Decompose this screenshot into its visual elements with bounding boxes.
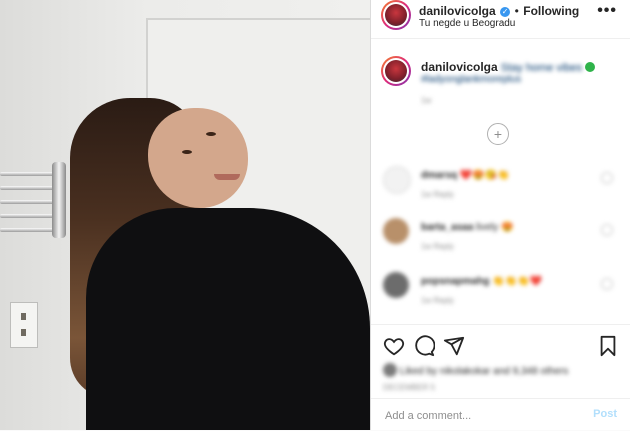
comment-body: ❤️😍😘👏 [459, 170, 510, 181]
comment-item: popsnapmahg 👏👏👏❤️ 1w Reply [383, 272, 619, 308]
add-comment-input[interactable] [383, 405, 577, 427]
photo-outlet [10, 302, 38, 348]
likes-text[interactable]: Liked by nikolakokar and 9,348 others [400, 366, 568, 377]
post-side-panel: danilovicolga ✓ • Following Tu negde u B… [370, 0, 630, 430]
comment-meta: 1w Reply [421, 296, 454, 305]
comment-meta: 1w Reply [421, 190, 454, 199]
following-button[interactable]: Following [523, 4, 579, 18]
header-location[interactable]: Tu negde u Beogradu [419, 18, 515, 29]
comment-avatar[interactable] [383, 218, 409, 244]
save-bookmark-icon[interactable] [597, 335, 619, 357]
caption-text: Stay home vibes [500, 62, 583, 74]
comment-meta: 1w Reply [421, 242, 454, 251]
green-heart-icon [585, 62, 596, 72]
post-header: danilovicolga ✓ • Following Tu negde u B… [371, 0, 630, 39]
photo-person-body [86, 208, 370, 430]
photo-person-face [148, 108, 248, 208]
add-comment-bar: Post [371, 398, 630, 431]
comment-bubble-icon[interactable] [413, 335, 435, 357]
caption-text-line: danilovicolga Stay home vibes [421, 60, 621, 74]
comment-username[interactable]: popsnapmahg [421, 276, 489, 287]
photo-mouth [214, 174, 240, 180]
comment-body: lively 😍 [476, 222, 514, 233]
comment-item: dmarsq ❤️😍😘👏 1w Reply [383, 166, 619, 202]
comment-item: barta_asaa lively 😍 1w Reply [383, 218, 619, 254]
comment-text: popsnapmahg 👏👏👏❤️ [421, 276, 542, 287]
comment-avatar[interactable] [383, 166, 411, 194]
instagram-post-view: danilovicolga ✓ • Following Tu negde u B… [0, 0, 630, 430]
load-more-comments-icon[interactable]: + [487, 123, 509, 145]
header-username[interactable]: danilovicolga [419, 4, 496, 18]
header-separator: • [514, 4, 519, 18]
comment-body: 👏👏👏❤️ [492, 276, 542, 287]
post-actions: Liked by nikolakokar and 9,348 others DE… [371, 324, 630, 431]
caption-avatar[interactable] [381, 56, 411, 86]
photo-eye-left [182, 150, 192, 154]
photo-towel-rack [0, 162, 68, 238]
comment-username[interactable]: barta_asaa [421, 222, 473, 233]
post-date: DECEMBER 5 [383, 383, 436, 392]
likes-line: Liked by nikolakokar and 9,348 others [383, 363, 568, 377]
caption-username[interactable]: danilovicolga [421, 60, 498, 74]
comment-text: dmarsq ❤️😍😘👏 [421, 170, 510, 181]
comment-avatar[interactable] [383, 272, 409, 298]
caption-hashtags[interactable]: #ladyonglankmoreplus [421, 74, 521, 85]
more-options-icon[interactable]: ••• [597, 2, 617, 20]
comment-like-icon[interactable] [601, 278, 613, 290]
verified-badge-icon: ✓ [500, 7, 511, 17]
comment-like-icon[interactable] [601, 172, 613, 184]
header-avatar[interactable] [381, 0, 411, 30]
liker-avatar[interactable] [383, 363, 397, 377]
comment-username[interactable]: dmarsq [421, 170, 457, 181]
photo-eye-right [206, 132, 216, 136]
comment-text: barta_asaa lively 😍 [421, 222, 514, 233]
comment-like-icon[interactable] [601, 224, 613, 236]
caption-time: 1w [421, 96, 432, 105]
share-paper-plane-icon[interactable] [443, 335, 465, 357]
like-heart-icon[interactable] [383, 335, 405, 357]
post-photo[interactable] [0, 0, 370, 430]
post-comment-button[interactable]: Post [593, 408, 617, 420]
